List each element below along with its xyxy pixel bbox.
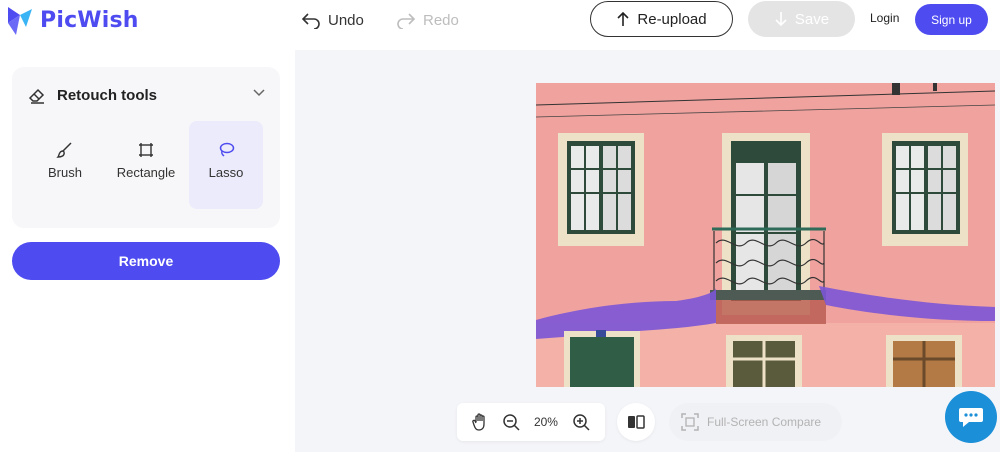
retouch-tools-panel: Retouch tools Brush Rectangle Lasso [12,67,280,228]
edited-photo[interactable] [536,83,995,387]
chat-support-button[interactable] [945,391,997,443]
tool-rectangle[interactable]: Rectangle [109,121,183,209]
rectangle-icon [139,143,153,157]
reupload-label: Re-upload [637,10,707,28]
reupload-button[interactable]: Re-upload [590,1,733,37]
compare-toggle-button[interactable] [617,403,655,441]
zoom-toolbar: 20% [457,403,605,441]
zoom-in-icon[interactable] [572,413,590,431]
undo-icon [301,13,320,29]
editing-canvas[interactable]: 20% Full-Screen Compare [295,50,1000,452]
redo-button[interactable]: Redo [396,9,459,31]
signup-button[interactable]: Sign up [915,4,988,35]
download-arrow-icon [775,12,787,27]
zoom-level: 20% [533,415,558,429]
tool-label: Brush [48,165,82,180]
undo-button[interactable]: Undo [301,9,364,31]
sidebar: Retouch tools Brush Rectangle Lasso Remo… [0,50,295,452]
hand-pan-icon[interactable] [472,413,488,431]
chevron-down-icon[interactable] [252,88,266,98]
eraser-icon [28,88,45,104]
redo-icon [397,13,416,29]
lasso-icon [219,142,235,157]
login-link[interactable]: Login [870,11,899,25]
zoom-out-icon[interactable] [502,413,520,431]
picwish-logo-icon [8,7,32,35]
tool-label: Lasso [208,165,244,180]
retouch-tools-header[interactable]: Retouch tools [27,85,157,105]
building-facade-image [536,83,995,387]
compare-icon [628,415,645,429]
undo-label: Undo [328,11,364,29]
redo-label: Redo [423,11,459,29]
chat-bubble-icon [959,408,983,427]
tool-lasso[interactable]: Lasso [189,121,263,209]
brush-icon [56,142,72,158]
remove-button[interactable]: Remove [12,242,280,280]
fullscreen-compare-icon [681,413,699,431]
save-button[interactable]: Save [748,1,855,37]
upload-arrow-icon [617,11,629,26]
fullscreen-compare-button[interactable]: Full-Screen Compare [669,403,842,441]
save-label: Save [794,10,830,28]
panel-title: Retouch tools [57,86,157,104]
top-header: PicWish Undo Redo Re-upload Save Login S… [0,0,1000,50]
app-name: PicWish [40,7,139,33]
tool-label: Rectangle [116,165,176,180]
logo[interactable]: PicWish [6,3,139,37]
tool-brush[interactable]: Brush [28,121,102,209]
fullscreen-compare-label: Full-Screen Compare [707,415,822,429]
